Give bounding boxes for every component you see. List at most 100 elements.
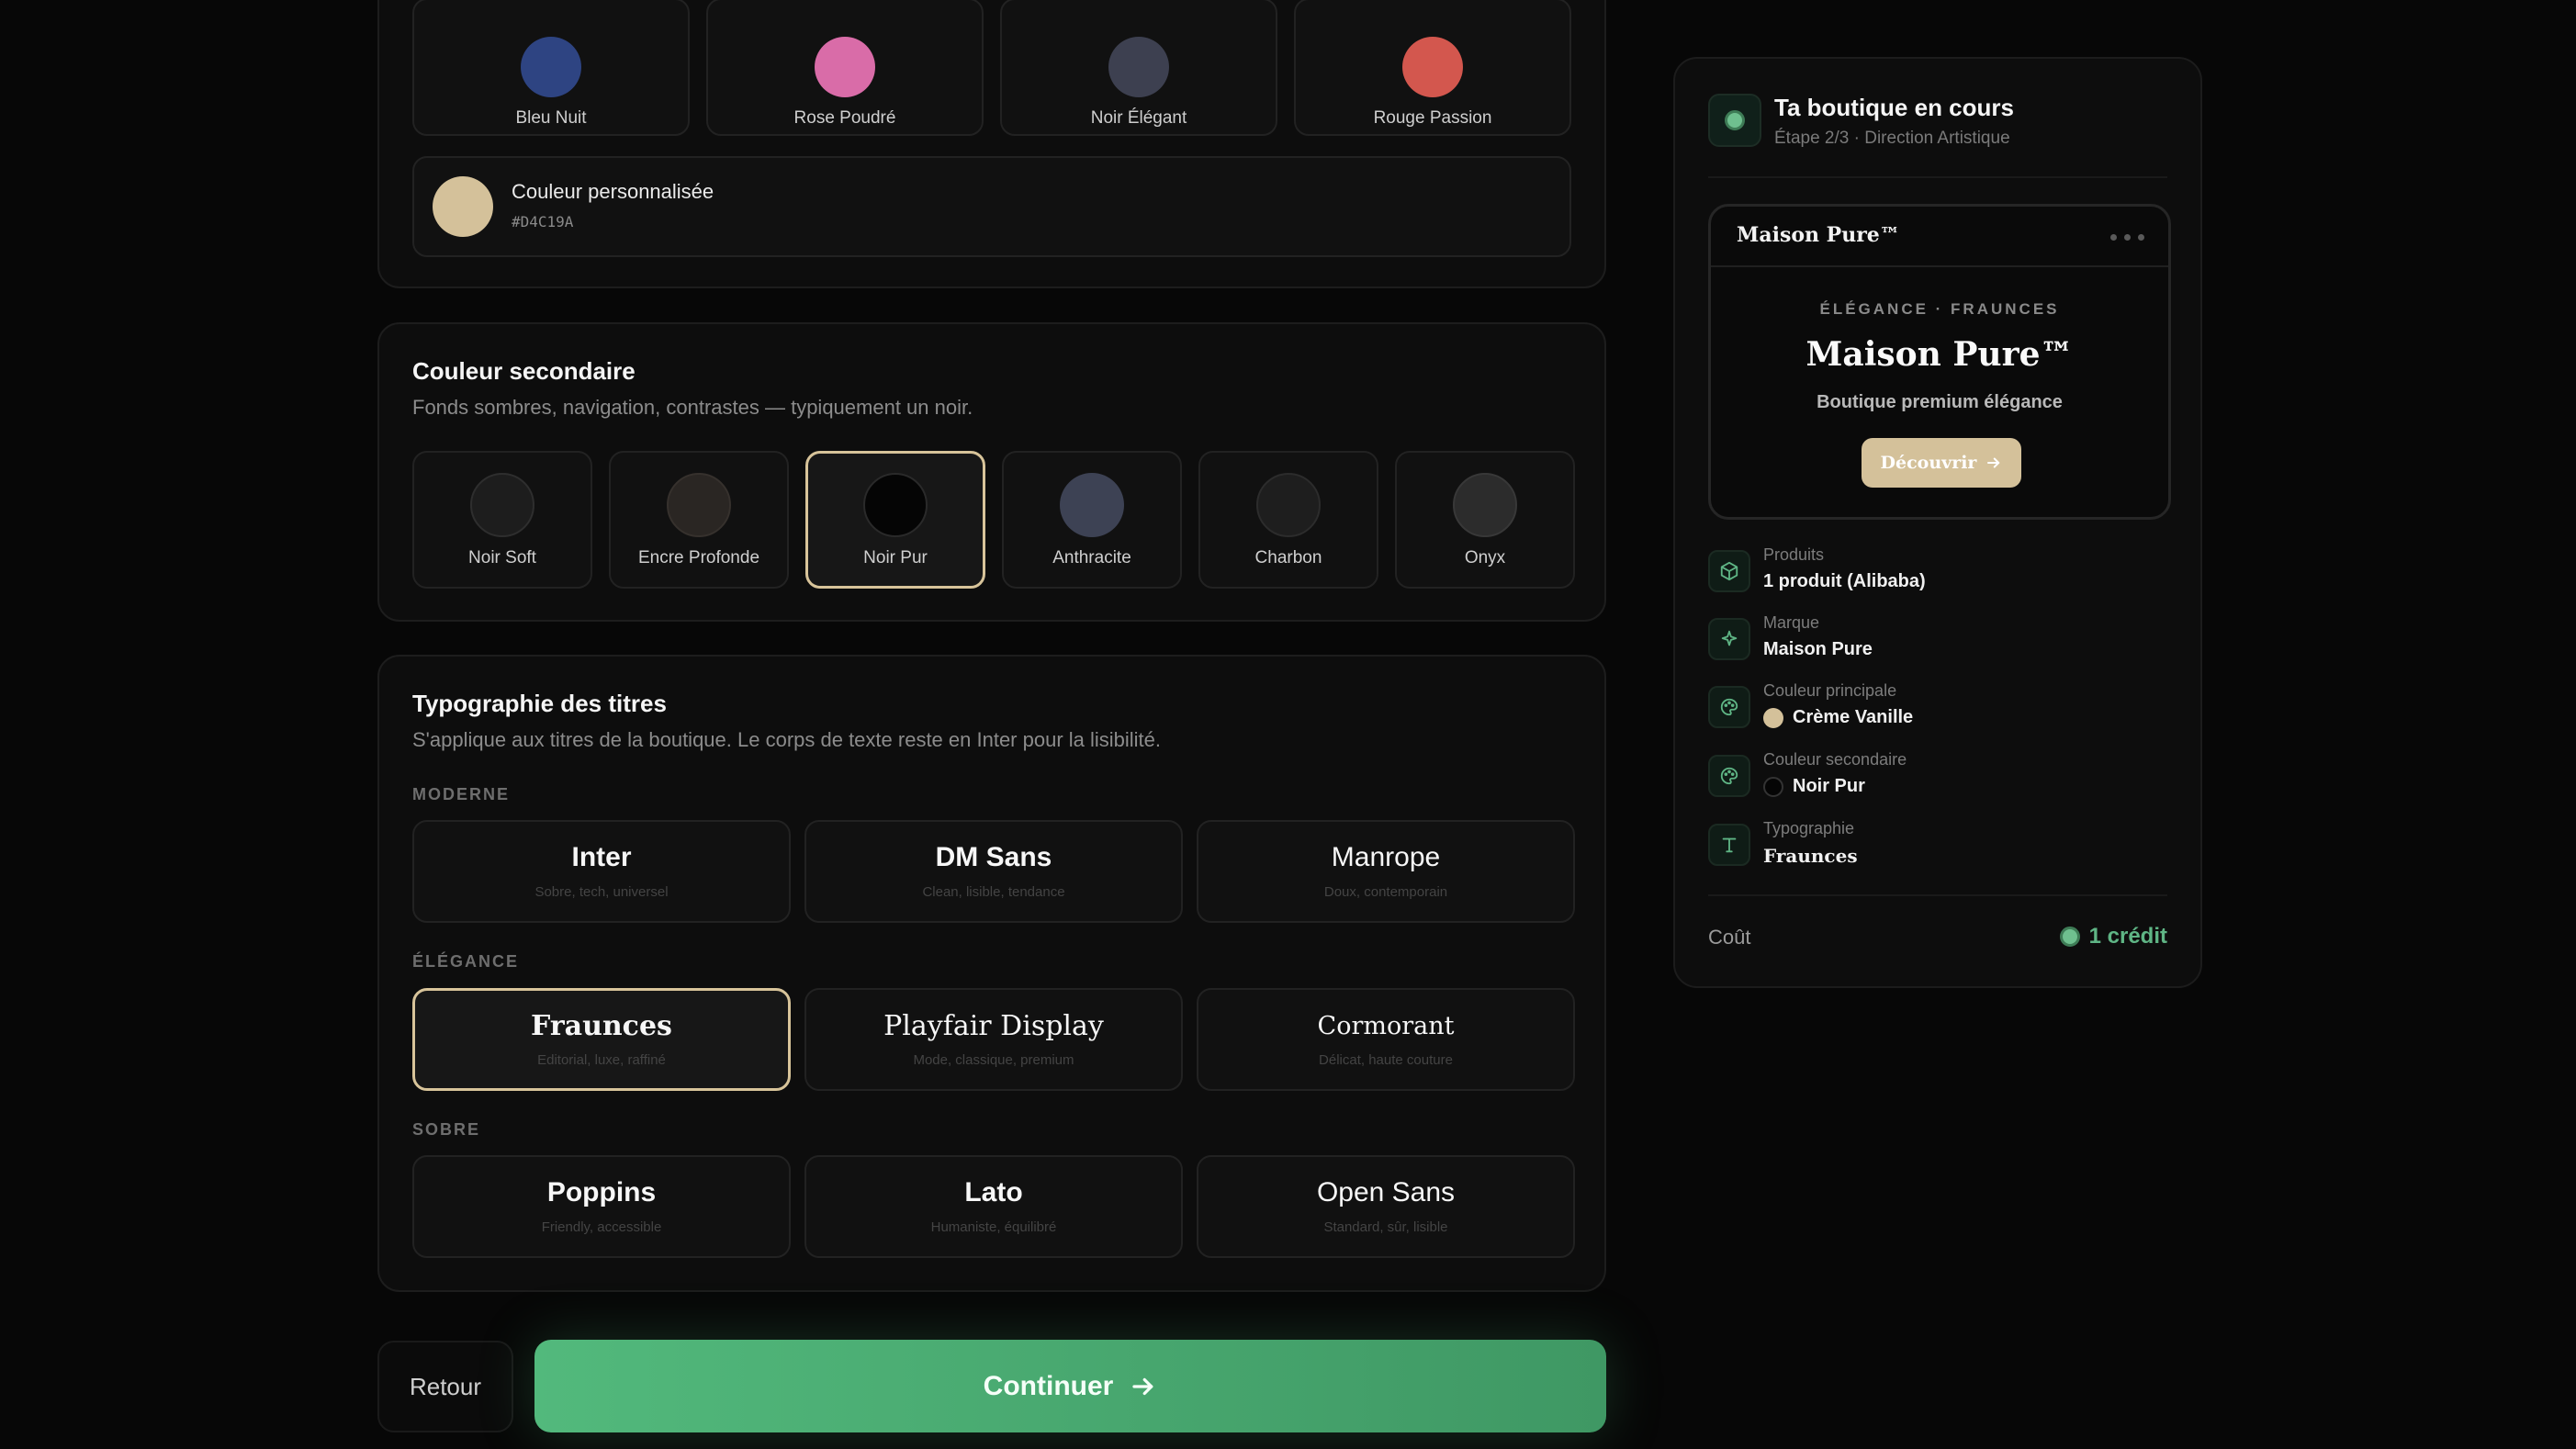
color-label: Encre Profonde [637, 548, 760, 567]
continue-label: Continuer [983, 1370, 1114, 1401]
more-dots-icon [2110, 234, 2144, 241]
color-label: Noir Élégant [1090, 108, 1187, 128]
font-name: Manrope [1331, 842, 1441, 872]
preview-cta-button[interactable]: Découvrir [1862, 438, 2021, 488]
panel-subtitle: Étape 2/3 · Direction Artistique [1774, 129, 2010, 148]
credit-coin-icon [2059, 927, 2080, 947]
primary-color-option-rouge-passion[interactable]: Rouge Passion [1294, 0, 1571, 136]
arrow-right-icon [1132, 1377, 1153, 1395]
font-name: Poppins [546, 1177, 657, 1208]
palette-icon [1708, 686, 1750, 728]
storefront-preview: Maison Pure™ ÉLÉGANCE · FRAUNCES Maison … [1708, 204, 2171, 520]
font-description: Délicat, haute couture [1319, 1052, 1453, 1068]
arrow-right-icon [1987, 457, 2000, 468]
secondary-color-option-onyx[interactable]: Onyx [1395, 451, 1575, 589]
cost-value-text: 1 crédit [2088, 924, 2167, 949]
custom-color-swatch[interactable] [433, 176, 493, 237]
font-description: Friendly, accessible [541, 1219, 662, 1235]
font-description: Sobre, tech, universel [534, 884, 669, 900]
custom-color-hex: #D4C19A [512, 213, 574, 230]
back-button[interactable]: Retour [377, 1341, 513, 1432]
color-swatch [815, 37, 875, 97]
info-label-typographie: Typographie [1763, 819, 1855, 837]
color-label: Charbon [1254, 548, 1322, 567]
font-option-poppins[interactable]: Poppins Friendly, accessible [412, 1155, 791, 1258]
font-option-cormorant[interactable]: Cormorant Délicat, haute couture [1197, 988, 1575, 1091]
font-description: Doux, contemporain [1323, 884, 1448, 900]
color-swatch [1256, 473, 1321, 537]
info-label-couleur-principale: Couleur principale [1763, 681, 1897, 700]
font-name: Open Sans [1316, 1177, 1456, 1208]
color-swatch [470, 473, 534, 537]
info-value-couleur-principale: Crème Vanille [1763, 707, 1913, 728]
font-option-manrope[interactable]: Manrope Doux, contemporain [1197, 820, 1575, 923]
preview-eyebrow: ÉLÉGANCE · FRAUNCES [1819, 300, 2060, 318]
secondary-color-option-charbon[interactable]: Charbon [1198, 451, 1378, 589]
custom-color-label: Couleur personnalisée [512, 180, 714, 203]
font-description: Mode, classique, premium [913, 1052, 1074, 1068]
font-option-inter[interactable]: Inter Sobre, tech, universel [412, 820, 791, 923]
info-label-couleur-secondaire: Couleur secondaire [1763, 750, 1907, 769]
font-group-label: ÉLÉGANCE [412, 952, 520, 971]
color-label: Rose Poudré [793, 108, 896, 128]
color-label: Bleu Nuit [515, 108, 587, 128]
section-title: Typographie des titres [412, 690, 667, 717]
font-name: Lato [964, 1177, 1023, 1208]
info-label-marque: Marque [1763, 613, 1820, 632]
custom-color-picker[interactable]: Couleur personnalisée #D4C19A [412, 156, 1571, 257]
font-description: Editorial, luxe, raffiné [537, 1052, 666, 1068]
secondary-color-option-noir-soft[interactable]: Noir Soft [412, 451, 592, 589]
continue-button[interactable]: Continuer [534, 1340, 1606, 1432]
info-value-text: Crème Vanille [1793, 707, 1914, 727]
color-dot [1763, 776, 1783, 797]
font-group-label: MODERNE [412, 785, 511, 803]
secondary-color-option-noir-pur[interactable]: Noir Pur [805, 451, 985, 589]
font-name: Inter [571, 842, 632, 872]
font-option-lato[interactable]: Lato Humaniste, équilibré [804, 1155, 1183, 1258]
section-title: Couleur secondaire [412, 357, 636, 385]
font-option-open-sans[interactable]: Open Sans Standard, sûr, lisible [1197, 1155, 1575, 1258]
color-label: Rouge Passion [1373, 108, 1492, 128]
color-swatch [521, 37, 581, 97]
info-value-text: Noir Pur [1793, 776, 1865, 796]
color-label: Anthracite [1052, 548, 1131, 567]
preview-cta-label: Découvrir [1880, 453, 1977, 473]
primary-color-option-bleu-nuit[interactable]: Bleu Nuit [412, 0, 690, 136]
type-icon [1708, 824, 1750, 866]
sparkle-icon [1708, 618, 1750, 660]
section-subtitle: Fonds sombres, navigation, contrastes — … [412, 396, 973, 419]
color-swatch [863, 473, 928, 537]
secondary-color-option-anthracite[interactable]: Anthracite [1002, 451, 1182, 589]
shop-summary-panel: Ta boutique en cours Étape 2/3 · Directi… [1673, 57, 2202, 988]
color-label: Noir Pur [863, 548, 928, 567]
color-label: Noir Soft [468, 548, 536, 567]
info-value-typographie: Fraunces [1763, 845, 1858, 867]
divider [1708, 894, 2167, 896]
font-name: Cormorant [1317, 1012, 1455, 1040]
palette-icon [1708, 755, 1750, 797]
font-name: Playfair Display [883, 1010, 1104, 1042]
divider [1708, 176, 2167, 178]
font-option-fraunces[interactable]: Fraunces Editorial, luxe, raffiné [412, 988, 791, 1091]
font-option-playfair-display[interactable]: Playfair Display Mode, classique, premiu… [804, 988, 1183, 1091]
primary-color-option-noir-elegant[interactable]: Noir Élégant [1000, 0, 1277, 136]
font-name: DM Sans [935, 842, 1052, 872]
primary-color-card: Bleu Nuit Rose Poudré Noir Élégant Rouge… [377, 0, 1606, 288]
cost-label: Coût [1708, 926, 1751, 949]
panel-title: Ta boutique en cours [1774, 94, 2014, 121]
info-value-produits: 1 produit (Alibaba) [1763, 571, 1926, 592]
secondary-color-card: Couleur secondaire Fonds sombres, naviga… [377, 322, 1606, 622]
font-description: Clean, lisible, tendance [922, 884, 1065, 900]
secondary-color-option-encre-profonde[interactable]: Encre Profonde [609, 451, 789, 589]
font-description: Humaniste, équilibré [930, 1219, 1057, 1235]
info-value-text: Maison Pure [1763, 639, 1873, 659]
info-value-text: 1 produit (Alibaba) [1763, 571, 1926, 591]
info-value-couleur-secondaire: Noir Pur [1763, 776, 1865, 797]
color-swatch [1453, 473, 1517, 537]
font-option-dm-sans[interactable]: DM Sans Clean, lisible, tendance [804, 820, 1183, 923]
info-value-marque: Maison Pure [1763, 639, 1873, 660]
preview-tagline: Boutique premium élégance [1817, 392, 2063, 412]
primary-color-option-rose-poudre[interactable]: Rose Poudré [706, 0, 984, 136]
color-swatch [667, 473, 731, 537]
color-label: Onyx [1464, 548, 1506, 567]
